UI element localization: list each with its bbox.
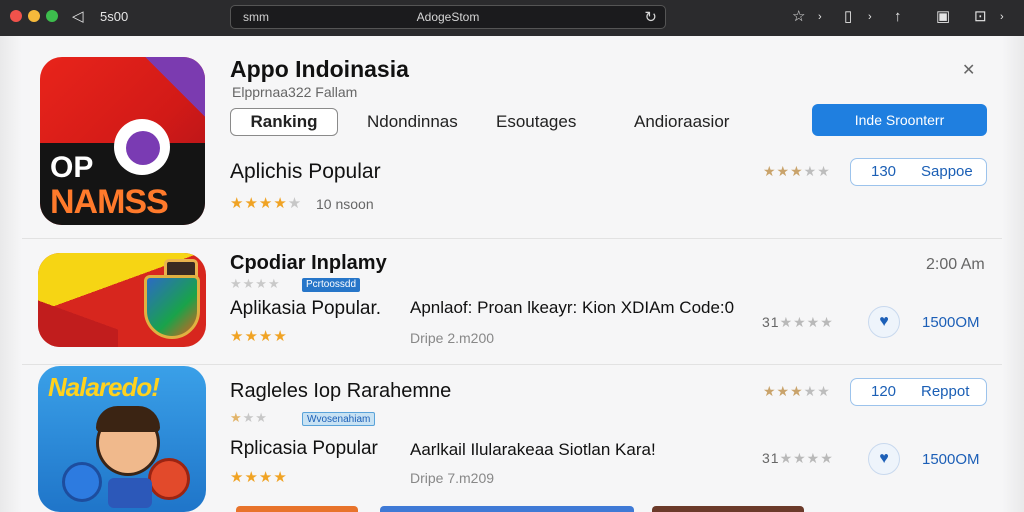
bookmark-icon[interactable]: ☆ bbox=[792, 9, 805, 25]
install-button[interactable]: Inde Sroonterr bbox=[812, 104, 987, 136]
app-3-description: Aarlkail Ilularakeaa Siotlan Kara! bbox=[410, 440, 656, 459]
sidebar-icon[interactable]: ▣ bbox=[936, 9, 950, 25]
app-2-meta: Dripe 2.m200 bbox=[410, 330, 495, 346]
app-2-description: Apnlaof: Proan lkeayr: Kion XDIAm Code:0 bbox=[410, 298, 735, 317]
app-3-small-rating-right: ★★★★★ bbox=[763, 383, 831, 399]
divider bbox=[22, 238, 1002, 239]
app-icon-3[interactable]: Nalaredo! bbox=[38, 366, 206, 512]
app-2-subtitle: Aplikasia Popular. bbox=[230, 298, 382, 319]
window-icon[interactable]: ⊡ bbox=[974, 9, 987, 25]
app-1-title[interactable]: Aplichis Popular bbox=[230, 160, 381, 184]
app-2-download-icon[interactable]: ♥ bbox=[868, 306, 900, 338]
next-app-peek-3 bbox=[652, 506, 804, 512]
chevron-right-icon: › bbox=[1000, 11, 1004, 23]
app-1-action-pill[interactable]: 130 Sappoe bbox=[850, 158, 987, 186]
next-app-peek-2 bbox=[380, 506, 634, 512]
tab-esoutages[interactable]: Esoutages bbox=[496, 112, 576, 132]
app-3-button-label: Reppot bbox=[921, 383, 970, 400]
app-3-subtitle: Rplicasia Popular bbox=[230, 438, 378, 459]
address-url: AdogeStom bbox=[416, 10, 480, 24]
download-icon[interactable]: ↑ bbox=[894, 9, 902, 25]
app-3-count: 120 bbox=[871, 383, 897, 400]
app-3-rating-text: 31 bbox=[762, 450, 780, 466]
back-icon[interactable]: ◁ bbox=[72, 9, 84, 25]
app-1-count: 130 bbox=[871, 163, 897, 180]
window-titlebar: ◁ 5s00 smm AdogeStom ↻ ☆ › ▯ › ↑ ▣ ⊡ › bbox=[0, 0, 1024, 36]
app-2-size: 1500OM bbox=[922, 314, 980, 331]
page-title: Appo Indoinasia bbox=[230, 56, 409, 82]
app-3-size: 1500OM bbox=[922, 451, 980, 468]
app-icon-1-text-bottom: NAMSS bbox=[50, 183, 169, 221]
titlebar-label: 5s00 bbox=[100, 9, 129, 24]
app-2-time: 2:00 Am bbox=[926, 256, 985, 273]
app-2-title[interactable]: Cpodiar Inplamy bbox=[230, 252, 387, 275]
app-2-rating-text: 31 bbox=[762, 314, 780, 330]
app-2-small-rating: ★★★★ bbox=[230, 276, 281, 291]
page-subtitle: Elpprnaa322 Fallam bbox=[232, 84, 358, 100]
zoom-window-button[interactable] bbox=[46, 10, 58, 22]
app-3-meta: Dripe 7.m209 bbox=[410, 470, 495, 486]
close-window-button[interactable] bbox=[10, 10, 22, 22]
address-bar[interactable]: smm AdogeStom ↻ bbox=[230, 5, 666, 29]
app-1-button-label: Sappoe bbox=[921, 163, 973, 180]
minimize-window-button[interactable] bbox=[28, 10, 40, 22]
app-2-rating: ★★★★ bbox=[230, 328, 288, 345]
app-icon-2[interactable] bbox=[38, 253, 206, 347]
app-3-small-rating: ★★★ bbox=[230, 410, 268, 425]
app-icon-1[interactable]: OP NAMSS bbox=[40, 57, 205, 225]
app-2-rating-stars: 31★★★★ bbox=[762, 314, 834, 330]
tab-ranking[interactable]: Ranking bbox=[230, 108, 338, 136]
tab-andioraasior[interactable]: Andioraasior bbox=[634, 112, 729, 132]
reload-icon[interactable]: ↻ bbox=[644, 8, 657, 26]
app-3-rating-stars: 31★★★★ bbox=[762, 450, 834, 466]
app-icon-3-text: Nalaredo! bbox=[48, 372, 160, 402]
chevron-right-icon: › bbox=[818, 11, 822, 23]
app-3-rating: ★★★★ bbox=[230, 469, 288, 486]
app-1-meta: 10 nsoon bbox=[316, 196, 374, 212]
app-3-badge: Wvosenahiam bbox=[302, 412, 376, 426]
close-icon[interactable]: ✕ bbox=[962, 60, 975, 80]
app-2-badge: Pcrtoossdd bbox=[302, 278, 361, 292]
app-icon-1-text-top: OP bbox=[50, 151, 94, 184]
app-1-small-rating: ★★★★★ bbox=[763, 163, 831, 179]
divider bbox=[22, 364, 1002, 365]
next-app-peek-1 bbox=[236, 506, 358, 512]
app-1-rating: ★★★★★ bbox=[230, 195, 303, 212]
tab-ndondinnas[interactable]: Ndondinnas bbox=[367, 112, 458, 132]
app-3-download-icon[interactable]: ♥ bbox=[868, 443, 900, 475]
app-3-action-pill[interactable]: 120 Reppot bbox=[850, 378, 987, 406]
share-icon[interactable]: ▯ bbox=[844, 9, 852, 25]
app-3-title[interactable]: Ragleles Iop Rarahemne bbox=[230, 380, 451, 403]
chevron-right-icon: › bbox=[868, 11, 872, 23]
